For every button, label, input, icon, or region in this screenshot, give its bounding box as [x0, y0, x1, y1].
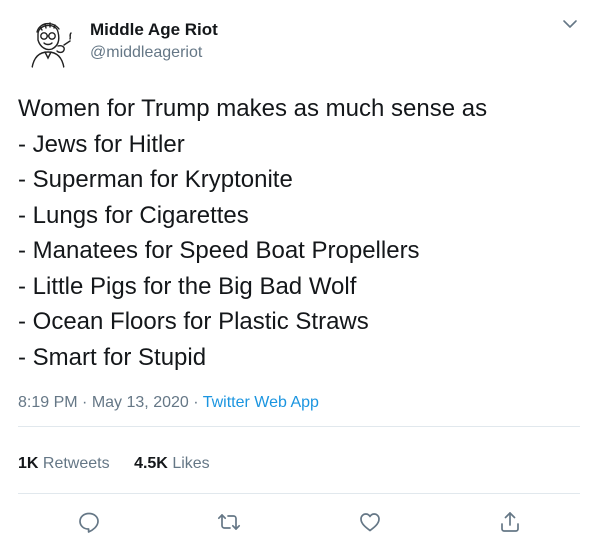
tweet-text: Women for Trump makes as much sense as -…	[18, 91, 580, 375]
likes-count: 4.5K	[134, 455, 168, 472]
tweet-meta: 8:19 PM · May 13, 2020 · Twitter Web App	[18, 392, 319, 414]
user-handle[interactable]: @middleageriot	[90, 43, 218, 63]
reply-icon	[79, 512, 99, 533]
more-options-button[interactable]	[560, 14, 580, 34]
likes-stat[interactable]: 4.5K Likes	[134, 453, 210, 475]
like-button[interactable]	[358, 510, 382, 534]
author-block: Middle Age Riot @middleageriot	[90, 20, 218, 63]
tweet-time[interactable]: 8:19 PM	[18, 394, 78, 411]
tweet-line: - Jews for Hitler	[18, 130, 185, 158]
meta-separator: ·	[193, 394, 199, 411]
likes-label: Likes	[172, 455, 210, 472]
divider	[18, 493, 580, 494]
tweet-line: - Smart for Stupid	[18, 343, 207, 371]
display-name[interactable]: Middle Age Riot	[90, 20, 218, 40]
avatar[interactable]	[18, 12, 78, 72]
retweets-count: 1K	[18, 455, 39, 472]
tweet-line: - Superman for Kryptonite	[18, 166, 293, 193]
tweet-line: - Lungs for Cigarettes	[18, 201, 249, 229]
share-button[interactable]	[498, 510, 522, 534]
tweet-header: Middle Age Riot @middleageriot	[18, 12, 580, 72]
tweet-line: - Little Pigs for the Big Bad Wolf	[18, 272, 357, 300]
tweet-card: Middle Age Riot @middleageriot Women for…	[0, 0, 598, 551]
retweet-button[interactable]	[217, 510, 241, 534]
tweet-source-link[interactable]: Twitter Web App	[203, 394, 319, 411]
tweet-stats: 1K Retweets 4.5K Likes	[18, 453, 230, 475]
tweet-line: - Ocean Floors for Plastic Straws	[18, 308, 369, 335]
share-icon	[501, 512, 519, 532]
chevron-down-icon	[563, 20, 577, 28]
retweets-label: Retweets	[42, 455, 110, 472]
reply-button[interactable]	[77, 510, 101, 534]
tweet-line: - Manatees for Speed Boat Propellers	[18, 237, 420, 264]
tweet-date[interactable]: May 13, 2020	[92, 394, 189, 411]
like-icon	[360, 513, 380, 532]
tweet-actions	[0, 510, 598, 536]
sketch-portrait-avatar-icon	[18, 12, 78, 72]
retweets-stat[interactable]: 1K Retweets	[18, 453, 110, 475]
retweet-icon	[217, 514, 241, 530]
divider	[18, 426, 580, 427]
tweet-line: Women for Trump makes as much sense as	[18, 95, 488, 122]
meta-separator: ·	[82, 394, 88, 411]
